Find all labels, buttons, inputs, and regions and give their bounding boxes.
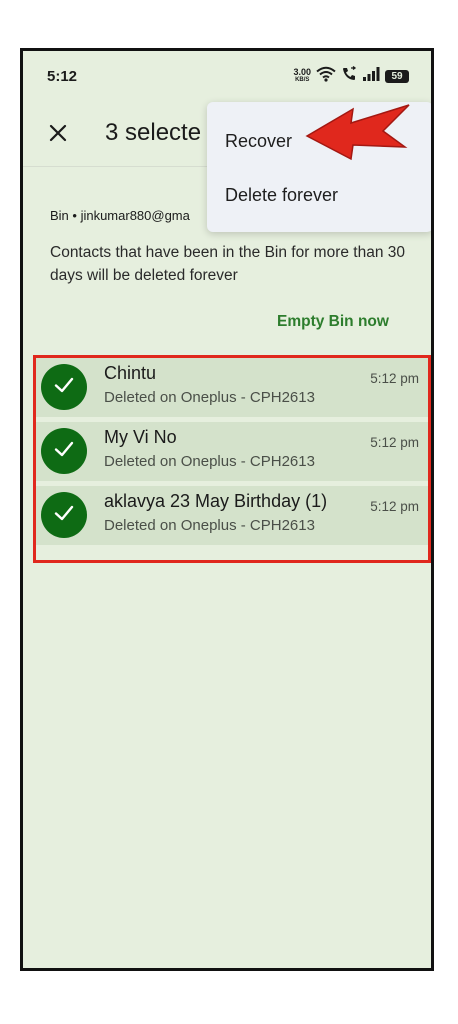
contact-name: My Vi No bbox=[104, 427, 177, 447]
contact-deleted-time: 5:12 pm bbox=[370, 435, 419, 450]
close-button[interactable] bbox=[43, 120, 73, 150]
checkmark-icon bbox=[53, 438, 75, 465]
battery-icon: 59 bbox=[385, 70, 409, 83]
selection-count-title: 3 selecte bbox=[105, 119, 202, 146]
checkmark-icon bbox=[53, 502, 75, 529]
status-time: 5:12 bbox=[47, 68, 78, 85]
signal-icon bbox=[362, 67, 380, 86]
selected-check-avatar[interactable] bbox=[41, 492, 87, 538]
contact-row[interactable]: My Vi No Deleted on Oneplus - CPH2613 5:… bbox=[36, 422, 428, 481]
phone-screen: 5:12 3.00 KB/S 59 3 selecte Recover Dele… bbox=[20, 48, 434, 971]
network-speed-value: 3.00 bbox=[293, 67, 311, 77]
contact-deleted-time: 5:12 pm bbox=[370, 499, 419, 514]
checkmark-icon bbox=[53, 374, 75, 401]
deleted-contacts-list: Chintu Deleted on Oneplus - CPH2613 5:12… bbox=[36, 358, 428, 550]
contact-name: Chintu bbox=[104, 363, 157, 383]
status-icons: 3.00 KB/S 59 bbox=[293, 65, 409, 87]
network-speed: 3.00 KB/S bbox=[293, 67, 311, 84]
network-speed-unit: KB/S bbox=[295, 77, 310, 83]
bin-retention-note: Contacts that have been in the Bin for m… bbox=[50, 244, 406, 284]
contact-deleted-info: Deleted on Oneplus - CPH2613 bbox=[104, 389, 315, 406]
wifi-icon bbox=[316, 66, 336, 87]
contact-deleted-info: Deleted on Oneplus - CPH2613 bbox=[104, 517, 315, 534]
contact-name: aklavya 23 May Birthday (1) bbox=[104, 491, 328, 511]
selected-check-avatar[interactable] bbox=[41, 428, 87, 474]
bin-account-line: Bin • jinkumar880@gma bbox=[50, 208, 190, 223]
contact-deleted-info: Deleted on Oneplus - CPH2613 bbox=[104, 453, 315, 470]
empty-bin-button[interactable]: Empty Bin now bbox=[277, 313, 389, 331]
status-bar: 5:12 3.00 KB/S 59 bbox=[23, 51, 431, 103]
menu-item-label: Delete forever bbox=[225, 184, 339, 205]
menu-item-delete-forever[interactable]: Delete forever bbox=[207, 170, 431, 220]
volte-call-icon bbox=[341, 65, 357, 87]
selected-check-avatar[interactable] bbox=[41, 364, 87, 410]
contact-row[interactable]: aklavya 23 May Birthday (1) Deleted on O… bbox=[36, 486, 428, 545]
close-icon bbox=[49, 124, 67, 147]
annotation-arrow-icon bbox=[305, 101, 415, 166]
contact-row[interactable]: Chintu Deleted on Oneplus - CPH2613 5:12… bbox=[36, 358, 428, 417]
menu-item-label: Recover bbox=[225, 130, 293, 151]
contact-deleted-time: 5:12 pm bbox=[370, 371, 419, 386]
